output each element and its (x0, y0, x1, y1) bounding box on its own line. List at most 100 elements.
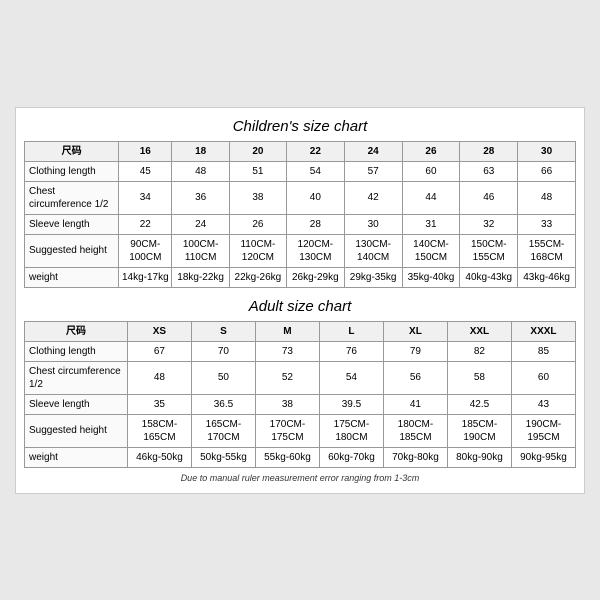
cell-value: 190CM-195CM (511, 414, 575, 447)
cell-value: 36.5 (191, 394, 255, 414)
row-label: weight (25, 447, 128, 467)
table-row: weight46kg-50kg50kg-55kg55kg-60kg60kg-70… (25, 447, 576, 467)
column-header: 20 (229, 141, 286, 161)
cell-value: 46 (460, 181, 518, 214)
adult-chart-title: Adult size chart (24, 298, 576, 315)
cell-value: 60kg-70kg (319, 447, 383, 467)
cell-value: 66 (518, 161, 576, 181)
cell-value: 52 (255, 361, 319, 394)
cell-value: 130CM-140CM (344, 234, 402, 267)
table-row: Clothing length67707376798285 (25, 341, 576, 361)
row-label: Chest circumference 1/2 (25, 181, 119, 214)
cell-value: 32 (460, 214, 518, 234)
cell-value: 28 (286, 214, 344, 234)
column-header: XL (383, 321, 447, 341)
cell-value: 67 (127, 341, 191, 361)
cell-value: 39.5 (319, 394, 383, 414)
cell-value: 100CM-110CM (172, 234, 229, 267)
cell-value: 80kg-90kg (447, 447, 511, 467)
table-row: Sleeve length2224262830313233 (25, 214, 576, 234)
table-row: weight14kg-17kg18kg-22kg22kg-26kg26kg-29… (25, 267, 576, 287)
row-label: Sleeve length (25, 394, 128, 414)
column-header: L (319, 321, 383, 341)
cell-value: 48 (127, 361, 191, 394)
cell-value: 90kg-95kg (511, 447, 575, 467)
table-row: Suggested height90CM-100CM100CM-110CM110… (25, 234, 576, 267)
cell-value: 31 (402, 214, 460, 234)
adult-size-table: 尺码XSSMLXLXXLXXXL Clothing length67707376… (24, 321, 576, 468)
cell-value: 120CM-130CM (286, 234, 344, 267)
column-header: 28 (460, 141, 518, 161)
cell-value: 158CM-165CM (127, 414, 191, 447)
column-header: XS (127, 321, 191, 341)
cell-value: 42 (344, 181, 402, 214)
cell-value: 42.5 (447, 394, 511, 414)
cell-value: 50kg-55kg (191, 447, 255, 467)
children-chart-title: Children's size chart (24, 118, 576, 135)
cell-value: 41 (383, 394, 447, 414)
size-chart-container: Children's size chart 尺码1618202224262830… (15, 107, 585, 494)
cell-value: 56 (383, 361, 447, 394)
cell-value: 175CM-180CM (319, 414, 383, 447)
cell-value: 155CM-168CM (518, 234, 576, 267)
cell-value: 14kg-17kg (119, 267, 172, 287)
column-header: 30 (518, 141, 576, 161)
cell-value: 26 (229, 214, 286, 234)
cell-value: 44 (402, 181, 460, 214)
cell-value: 40 (286, 181, 344, 214)
cell-value: 58 (447, 361, 511, 394)
column-header: 22 (286, 141, 344, 161)
footer-note: Due to manual ruler measurement error ra… (24, 473, 576, 483)
cell-value: 140CM-150CM (402, 234, 460, 267)
cell-value: 36 (172, 181, 229, 214)
cell-value: 26kg-29kg (286, 267, 344, 287)
cell-value: 30 (344, 214, 402, 234)
table-row: Chest circumference 1/248505254565860 (25, 361, 576, 394)
cell-value: 79 (383, 341, 447, 361)
cell-value: 43kg-46kg (518, 267, 576, 287)
table-row: Sleeve length3536.53839.54142.543 (25, 394, 576, 414)
children-size-table: 尺码1618202224262830 Clothing length454851… (24, 141, 576, 288)
cell-value: 150CM-155CM (460, 234, 518, 267)
cell-value: 63 (460, 161, 518, 181)
column-header: XXL (447, 321, 511, 341)
cell-value: 73 (255, 341, 319, 361)
cell-value: 70kg-80kg (383, 447, 447, 467)
cell-value: 185CM-190CM (447, 414, 511, 447)
cell-value: 40kg-43kg (460, 267, 518, 287)
cell-value: 18kg-22kg (172, 267, 229, 287)
column-header: 26 (402, 141, 460, 161)
cell-value: 60 (511, 361, 575, 394)
cell-value: 46kg-50kg (127, 447, 191, 467)
cell-value: 90CM-100CM (119, 234, 172, 267)
cell-value: 54 (319, 361, 383, 394)
cell-value: 24 (172, 214, 229, 234)
row-label: Chest circumference 1/2 (25, 361, 128, 394)
cell-value: 110CM-120CM (229, 234, 286, 267)
column-header: M (255, 321, 319, 341)
row-label: weight (25, 267, 119, 287)
table-row: Clothing length4548515457606366 (25, 161, 576, 181)
cell-value: 34 (119, 181, 172, 214)
cell-value: 170CM-175CM (255, 414, 319, 447)
column-header: 尺码 (25, 321, 128, 341)
cell-value: 35 (127, 394, 191, 414)
cell-value: 45 (119, 161, 172, 181)
cell-value: 180CM-185CM (383, 414, 447, 447)
row-label: Sleeve length (25, 214, 119, 234)
cell-value: 22 (119, 214, 172, 234)
cell-value: 38 (255, 394, 319, 414)
row-label: Clothing length (25, 341, 128, 361)
cell-value: 165CM-170CM (191, 414, 255, 447)
row-label: Suggested height (25, 234, 119, 267)
row-label: Suggested height (25, 414, 128, 447)
cell-value: 51 (229, 161, 286, 181)
cell-value: 22kg-26kg (229, 267, 286, 287)
table-row: Suggested height158CM-165CM165CM-170CM17… (25, 414, 576, 447)
cell-value: 85 (511, 341, 575, 361)
cell-value: 82 (447, 341, 511, 361)
column-header: XXXL (511, 321, 575, 341)
cell-value: 29kg-35kg (344, 267, 402, 287)
cell-value: 50 (191, 361, 255, 394)
row-label: Clothing length (25, 161, 119, 181)
